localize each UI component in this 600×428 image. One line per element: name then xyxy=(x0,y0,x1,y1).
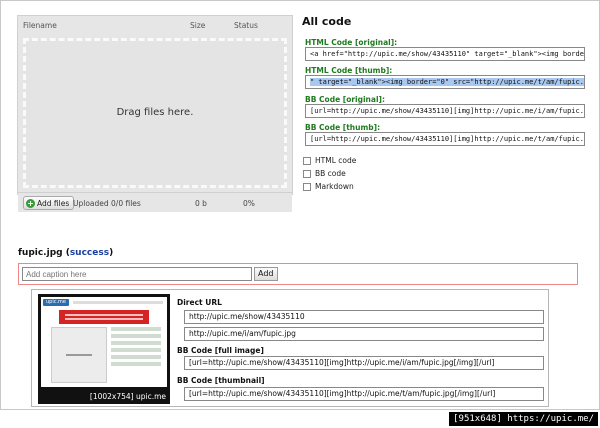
upload-page: Filename Size Status Drag files here. + … xyxy=(0,0,600,410)
resolution-badge: [951x648] https://upic.me/ xyxy=(449,412,598,426)
bb-full-field[interactable]: [url=http://upic.me/show/43435110][img]h… xyxy=(184,356,544,370)
html-original-field[interactable]: <a href="http://upic.me/show/43435110" t… xyxy=(305,47,585,61)
html-original-label: HTML Code [original]: xyxy=(305,38,398,47)
thumbnail-nav xyxy=(73,301,163,304)
thumbnail-screenshot: upic.me xyxy=(41,297,167,387)
upload-status: success xyxy=(69,248,110,258)
column-status: Status xyxy=(234,21,258,30)
uploaded-count: Uploaded 0/0 files xyxy=(73,199,141,208)
file-title: fupic.jpg (success) xyxy=(18,248,114,258)
thumbnail-sidebar xyxy=(111,327,161,383)
bb-code-checkbox-label: BB code xyxy=(315,169,346,178)
upload-progress: 0% xyxy=(243,199,255,208)
html-thumb-value: " target="_blank"><img border="0" src="h… xyxy=(310,78,584,86)
total-size: 0 b xyxy=(195,199,207,208)
bb-thumb-link-label: BB Code [thumbnail] xyxy=(177,376,265,385)
bb-thumb-field[interactable]: [url=http://upic.me/show/43435110][img]h… xyxy=(305,132,585,146)
file-name: fupic.jpg xyxy=(18,248,63,258)
plus-icon: + xyxy=(26,198,35,208)
image-url-field[interactable]: http://upic.me/i/am/fupic.jpg xyxy=(184,327,544,341)
caption-form: Add xyxy=(18,263,578,285)
bb-thumb-link-field[interactable]: [url=http://upic.me/show/43435110][img]h… xyxy=(184,387,544,401)
html-thumb-label: HTML Code [thumb]: xyxy=(305,66,393,75)
bb-original-field[interactable]: [url=http://upic.me/show/43435110][img]h… xyxy=(305,104,585,118)
add-caption-button[interactable]: Add xyxy=(254,267,278,281)
caption-input[interactable] xyxy=(22,267,252,281)
bb-code-checkbox-row[interactable]: BB code xyxy=(303,169,346,178)
html-code-checkbox[interactable] xyxy=(303,156,311,165)
markdown-checkbox-label: Markdown xyxy=(315,182,354,191)
file-uploader: Filename Size Status Drag files here. + … xyxy=(17,15,293,212)
markdown-checkbox[interactable] xyxy=(303,182,311,191)
show-url-field[interactable]: http://upic.me/show/43435110 xyxy=(184,310,544,324)
column-filename: Filename xyxy=(23,21,57,30)
add-files-label: Add files xyxy=(37,198,70,208)
thumbnail-banner xyxy=(59,310,149,324)
uploader-header: Filename Size Status xyxy=(18,16,292,34)
all-code-title: All code xyxy=(302,15,352,28)
bb-original-label: BB Code [original]: xyxy=(305,95,385,104)
bb-thumb-label: BB Code [thumb]: xyxy=(305,123,381,132)
thumbnail-caption: [1002x754] upic.me xyxy=(89,392,166,401)
drop-zone[interactable]: Drag files here. xyxy=(23,38,287,188)
image-thumbnail[interactable]: upic.me [1002x754] upic.me xyxy=(38,294,170,404)
html-thumb-field[interactable]: " target="_blank"><img border="0" src="h… xyxy=(305,75,585,89)
bb-full-label: BB Code [full image] xyxy=(177,346,264,355)
markdown-checkbox-row[interactable]: Markdown xyxy=(303,182,354,191)
bb-code-checkbox[interactable] xyxy=(303,169,311,178)
column-size: Size xyxy=(190,21,206,30)
thumbnail-logo: upic.me xyxy=(43,299,69,306)
drop-zone-text: Drag files here. xyxy=(116,107,194,118)
uploader-footer: + Add files Uploaded 0/0 files 0 b 0% xyxy=(18,192,292,212)
file-result-card: upic.me [1002x754] upic.me Direct URL ht… xyxy=(31,289,549,407)
thumbnail-dropzone xyxy=(51,327,107,383)
direct-url-label: Direct URL xyxy=(177,298,222,307)
html-code-checkbox-label: HTML code xyxy=(315,156,357,165)
add-files-button[interactable]: + Add files xyxy=(23,196,75,210)
html-code-checkbox-row[interactable]: HTML code xyxy=(303,156,356,165)
